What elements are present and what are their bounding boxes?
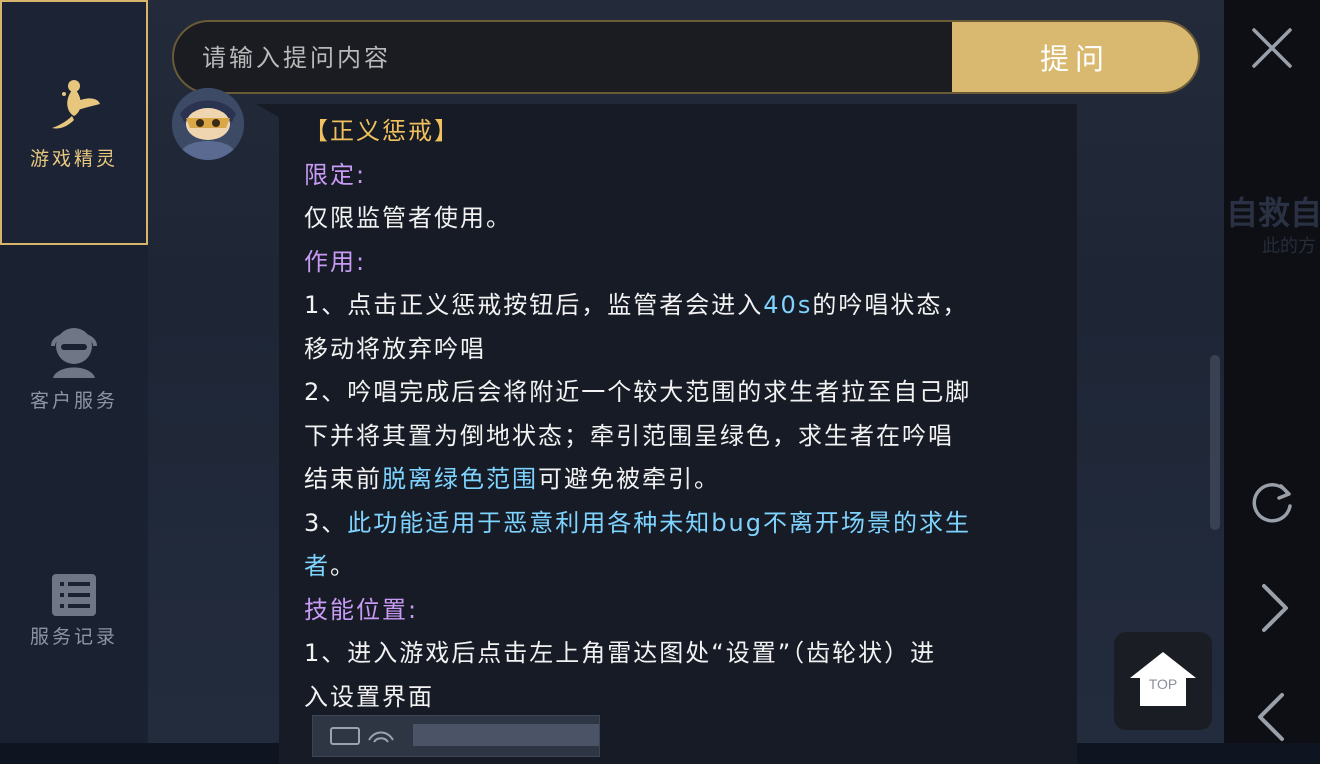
back-to-top-button[interactable]: TOP — [1114, 632, 1212, 730]
effect-item-3-line2: 者。 — [304, 545, 1064, 589]
effect-item-2-post: 可避免被牵引。 — [538, 465, 720, 493]
effect-item-2-pre: 结束前 — [304, 465, 382, 493]
screenshot-thumbnail[interactable] — [312, 715, 600, 757]
thumbnail-image — [330, 724, 599, 746]
ask-button-label: 提问 — [1039, 42, 1110, 76]
highlight-item-3-end: 者 — [304, 552, 330, 580]
effect-item-2-line1: 2、吟唱完成后会将附近一个较大范围的求生者拉至自己脚 — [304, 378, 972, 406]
effect-item-3-line1: 3、此功能适用于恶意利用各种未知bug不离开场景的求生 — [304, 502, 1064, 546]
effect-item-3-prefix: 3、 — [304, 508, 348, 537]
ask-button[interactable]: 提问 — [952, 22, 1198, 92]
close-icon[interactable] — [1250, 26, 1294, 70]
sidebar-item-customer-service[interactable]: 客户服务 — [0, 322, 148, 413]
highlight-duration: 40s — [763, 291, 813, 319]
bubble-tail — [256, 104, 280, 118]
back-icon[interactable] — [1256, 691, 1286, 743]
highlight-green-range: 脱离绿色范围 — [382, 465, 538, 493]
section-text-limit: 仅限监管者使用。 — [304, 204, 512, 232]
forward-icon[interactable] — [1260, 582, 1290, 634]
highlight-item-3: 此功能适用于恶意利用各种未知bug不离开场景的求生 — [347, 508, 971, 537]
bot-avatar — [172, 88, 244, 160]
list-record-icon — [52, 574, 96, 616]
location-step-1-line1: 1、进入游戏后点击左上角雷达图处“设置”（齿轮状）进 — [304, 639, 937, 667]
sidebar-item-service-record[interactable]: 服务记录 — [0, 572, 148, 649]
effect-item-1: 1、点击正义惩戒按钮后，监管者会进入40s的吟唱状态， — [304, 284, 1064, 328]
question-input[interactable] — [174, 22, 984, 92]
background-subtext: 此的方 — [1262, 236, 1316, 257]
effect-item-3-end: 。 — [330, 552, 356, 580]
background-text: 自救自 — [1226, 194, 1320, 232]
effect-item-1-text-end: 的吟唱状态， — [812, 291, 969, 319]
effect-item-2-line3: 结束前脱离绿色范围可避免被牵引。 — [304, 458, 1064, 502]
section-heading-effect: 作用: — [304, 247, 367, 276]
question-search-bar: 提问 — [172, 20, 1200, 94]
effect-item-1-text: 1、点击正义惩戒按钮后，监管者会进入 — [304, 291, 764, 319]
effect-item-2-line2: 下并将其置为倒地状态；牵引范围呈绿色，求生者在吟唱 — [304, 421, 954, 450]
answer-title: 【正义惩戒】 — [304, 117, 460, 145]
headset-agent-icon — [51, 328, 97, 378]
sidebar-item-game-sprite[interactable]: 游戏精灵 — [0, 0, 148, 245]
section-heading-location: 技能位置: — [304, 595, 419, 624]
answer-content: 【正义惩戒】 限定: 仅限监管者使用。 作用: 1、点击正义惩戒按钮后，监管者会… — [304, 110, 1064, 719]
section-heading-limit: 限定: — [304, 160, 367, 189]
top-button-label: TOP — [1148, 676, 1178, 692]
sidebar-item-label: 客户服务 — [29, 390, 118, 412]
scrollbar-thumb[interactable] — [1210, 355, 1220, 530]
effect-item-1-line2: 移动将放弃吟唱 — [304, 334, 486, 363]
location-step-1-line2: 入设置界面 — [304, 682, 434, 711]
sidebar-item-label: 服务记录 — [29, 626, 118, 648]
sidebar-item-label: 游戏精灵 — [29, 148, 118, 170]
avatar-image — [172, 88, 244, 160]
sidebar: 游戏精灵 客户服务 服务记录 — [0, 0, 148, 743]
fairy-icon — [52, 80, 100, 129]
refresh-icon[interactable] — [1247, 478, 1297, 528]
